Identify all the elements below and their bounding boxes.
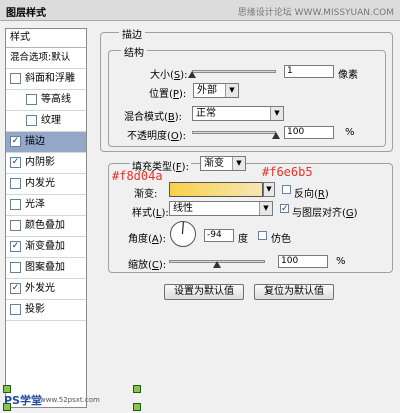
gradient-swatch[interactable] [169, 182, 263, 197]
scale-input[interactable]: 100 [278, 255, 328, 268]
style-checkbox[interactable] [10, 177, 21, 189]
scale-label: 缩放(C): [128, 260, 167, 271]
color-annotation-left: #f8d04a [112, 169, 163, 183]
opacity-input[interactable]: 100 [284, 126, 334, 139]
size-input[interactable]: 1 [284, 65, 334, 78]
make-default-button[interactable]: 设置为默认值 [164, 284, 244, 300]
blend-mode-select[interactable]: 正常 ▼ [192, 106, 284, 121]
position-select[interactable]: 外部 ▼ [193, 83, 239, 98]
stroke-section-title: 描边 [119, 26, 145, 41]
sidebar-item-label: 等高线 [41, 94, 71, 105]
sidebar-item[interactable]: 纹理 [6, 111, 86, 132]
sidebar-item-label: 内阴影 [25, 157, 55, 168]
style-checkbox[interactable]: ✓ [10, 282, 21, 294]
sidebar-item-label: 纹理 [41, 115, 61, 126]
chevron-down-icon: ▼ [270, 107, 283, 120]
sidebar-item-label: 投影 [25, 304, 45, 315]
scale-unit: % [336, 256, 346, 267]
sidebar-item[interactable]: 颜色叠加 [6, 216, 86, 237]
blend-options-item[interactable]: 混合选项:默认 [6, 48, 86, 69]
corner-marker [3, 403, 11, 411]
sidebar-item-label: 描边 [25, 136, 45, 147]
sidebar-item-label: 内发光 [25, 178, 55, 189]
size-slider-thumb[interactable] [188, 71, 196, 78]
sidebar-item[interactable]: 光泽 [6, 195, 86, 216]
sidebar-item[interactable]: ✓ 外发光 [6, 279, 86, 300]
reset-default-button[interactable]: 复位为默认值 [254, 284, 334, 300]
angle-dial[interactable] [170, 221, 196, 247]
logo-url-text: www.52psxt.com [40, 396, 100, 404]
chevron-down-icon: ▼ [232, 157, 245, 170]
style-checkbox[interactable] [10, 261, 21, 273]
style-checkbox[interactable]: ✓ [10, 240, 21, 252]
gradient-dropdown-arrow[interactable]: ▼ [263, 182, 275, 197]
reverse-label: 反向(R) [294, 189, 329, 200]
style-checkbox[interactable] [10, 72, 21, 84]
angle-label: 角度(A): [128, 234, 167, 245]
gradient-label: 渐变: [134, 189, 158, 200]
scale-slider-thumb[interactable] [213, 261, 221, 268]
sidebar-item-label: 光泽 [25, 199, 45, 210]
opacity-slider[interactable] [192, 131, 276, 134]
sidebar-item-label: 图案叠加 [25, 262, 65, 273]
sidebar-item[interactable]: ✓ 描边 [6, 132, 86, 153]
style-checkbox[interactable]: ✓ [10, 156, 21, 168]
corner-marker [133, 403, 141, 411]
styles-header[interactable]: 样式 [6, 29, 86, 48]
style-label: 样式(L): [132, 208, 169, 219]
reverse-checkbox[interactable] [282, 185, 291, 194]
style-checkbox[interactable] [10, 198, 21, 210]
style-select[interactable]: 线性 ▼ [169, 201, 273, 216]
align-with-layer-label: 与图层对齐(G) [292, 208, 358, 219]
style-checkbox[interactable] [26, 93, 37, 105]
corner-marker [133, 385, 141, 393]
size-unit: 像素 [338, 70, 358, 81]
dither-checkbox[interactable] [258, 231, 267, 240]
title-bar: 图层样式 思缘设计论坛 WWW.MISSYUAN.COM [0, 0, 400, 21]
align-with-layer-checkbox[interactable]: ✓ [280, 204, 289, 214]
style-checkbox[interactable] [10, 219, 21, 231]
sidebar-item-label: 外发光 [25, 283, 55, 294]
sidebar-item[interactable]: 投影 [6, 300, 86, 321]
opacity-label: 不透明度(O): [127, 131, 187, 142]
sidebar-item[interactable]: 内发光 [6, 174, 86, 195]
size-slider[interactable] [192, 70, 276, 73]
styles-list: 样式 混合选项:默认 斜面和浮雕等高线纹理 ✓ 描边 ✓ 内阴影内发光光泽颜色叠加 ✓ 渐变… [5, 28, 87, 408]
style-checkbox[interactable]: ✓ [10, 135, 21, 147]
sidebar-item-label: 斜面和浮雕 [25, 73, 75, 84]
angle-input[interactable]: -94 [204, 229, 234, 242]
sidebar-item[interactable]: 斜面和浮雕 [6, 69, 86, 90]
angle-unit: 度 [238, 234, 248, 245]
angle-dial-needle [182, 221, 184, 234]
size-label: 大小(S): [150, 70, 188, 81]
corner-marker [3, 385, 11, 393]
color-annotation-right: #f6e6b5 [262, 165, 313, 179]
chevron-down-icon: ▼ [259, 202, 272, 215]
sidebar-item[interactable]: ✓ 渐变叠加 [6, 237, 86, 258]
watermark-text: 思缘设计论坛 WWW.MISSYUAN.COM [237, 8, 394, 18]
sidebar-item-label: 颜色叠加 [25, 220, 65, 231]
sidebar-item[interactable]: ✓ 内阴影 [6, 153, 86, 174]
style-checkbox[interactable] [10, 303, 21, 315]
sidebar-item[interactable]: 等高线 [6, 90, 86, 111]
window-title: 图层样式 [6, 8, 46, 19]
opacity-unit: % [345, 127, 355, 138]
position-label: 位置(P): [149, 89, 187, 100]
blend-mode-label: 混合模式(B): [124, 112, 183, 123]
sidebar-item-label: 渐变叠加 [25, 241, 65, 252]
dither-label: 仿色 [271, 234, 291, 245]
fill-type-select[interactable]: 渐变 ▼ [200, 156, 246, 171]
structure-title: 结构 [121, 44, 147, 59]
chevron-down-icon: ▼ [225, 84, 238, 97]
opacity-slider-thumb[interactable] [272, 132, 280, 139]
sidebar-item[interactable]: 图案叠加 [6, 258, 86, 279]
style-checkbox[interactable] [26, 114, 37, 126]
